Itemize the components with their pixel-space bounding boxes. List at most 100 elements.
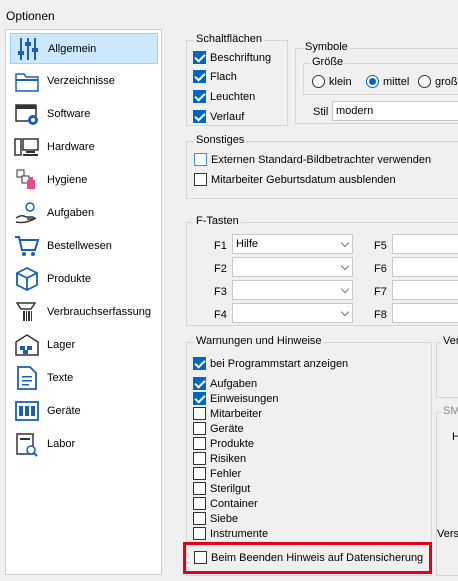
sidebar-item-label: Allgemein — [48, 43, 97, 55]
folder-icon — [15, 73, 39, 92]
category-sidebar: Allgemein Verzeichnisse Software Hardwar… — [5, 29, 162, 575]
sidebar-item-label: Labor — [47, 438, 76, 450]
beschriftung-checkbox[interactable] — [193, 51, 206, 64]
warn-fehler-label: Fehler — [210, 468, 242, 480]
warn-risiken-checkbox[interactable] — [193, 452, 206, 465]
stil-label: Stil — [313, 106, 329, 118]
stil-select[interactable]: modern — [332, 101, 458, 121]
sidebar-item-label: Aufgaben — [47, 207, 95, 219]
warn-produkte-checkbox[interactable] — [193, 437, 206, 450]
chevron-down-icon — [340, 284, 350, 294]
warn-einweisungen-checkbox[interactable] — [193, 392, 206, 405]
chevron-down-icon — [340, 307, 350, 317]
f5-label: F5 — [374, 240, 387, 252]
chevron-down-icon — [340, 238, 350, 248]
programmstart-label: bei Programmstart anzeigen — [210, 358, 349, 370]
sidebar-item-label: Hygiene — [47, 174, 88, 186]
sidebar-item-texte[interactable]: Texte — [10, 363, 158, 394]
f6-select[interactable] — [392, 257, 458, 277]
sliders-icon — [18, 38, 38, 60]
sidebar-item-hygiene[interactable]: Hygiene — [10, 165, 158, 196]
h-label: H — [452, 431, 458, 443]
warn-siebe-label: Siebe — [210, 513, 239, 525]
f4-select[interactable] — [232, 303, 353, 323]
warn-mitarbeiter-label: Mitarbeiter — [210, 408, 262, 420]
beschriftung-label: Beschriftung — [210, 52, 272, 64]
sidebar-item-label: Verzeichnisse — [47, 75, 115, 87]
warehouse-icon — [15, 334, 39, 356]
warn-container-checkbox[interactable] — [193, 497, 206, 510]
f7-select[interactable] — [392, 280, 458, 300]
sidebar-item-labor[interactable]: Labor — [10, 429, 158, 460]
f8-select[interactable] — [392, 303, 458, 323]
sidebar-item-verzeichnisse[interactable]: Verzeichnisse — [10, 66, 158, 97]
warn-geraete-label: Geräte — [210, 423, 244, 435]
sidebar-item-software[interactable]: Software — [10, 99, 158, 130]
warn-produkte-label: Produkte — [210, 438, 255, 450]
warn-aufgaben-label: Aufgaben — [210, 378, 258, 390]
sidebar-item-label: Hardware — [47, 141, 95, 153]
chevron-down-icon — [340, 261, 350, 271]
shopping-cart-icon — [15, 236, 40, 256]
warn-fehler-checkbox[interactable] — [193, 467, 206, 480]
f8-label: F8 — [374, 309, 387, 321]
vers-label: Vers — [437, 528, 458, 540]
programmstart-checkbox[interactable] — [193, 357, 206, 370]
software-gear-icon — [15, 104, 38, 125]
warn-container-label: Container — [210, 498, 258, 510]
barcode-scanner-icon — [15, 302, 37, 321]
sidebar-item-label: Verbrauchserfassung — [47, 306, 151, 318]
warn-instrumente-label: Instrumente — [210, 528, 269, 540]
sidebar-item-label: Produkte — [47, 273, 92, 285]
warn-aufgaben-checkbox[interactable] — [193, 377, 206, 390]
flach-label: Flach — [210, 71, 237, 83]
externer-bildbetrachter-checkbox[interactable] — [194, 153, 207, 166]
f4-label: F4 — [214, 309, 227, 321]
f3-select[interactable] — [232, 280, 353, 300]
warn-siebe-checkbox[interactable] — [193, 512, 206, 525]
group-title: Warnungen und Hinweise — [194, 335, 324, 347]
warn-geraete-checkbox[interactable] — [193, 422, 206, 435]
size-mittel-radio[interactable] — [366, 75, 379, 88]
sidebar-item-allgemein[interactable]: Allgemein — [10, 33, 158, 64]
group-title: F-Tasten — [194, 215, 241, 227]
text-document-icon — [17, 366, 37, 390]
sidebar-item-bestellwesen[interactable]: Bestellwesen — [10, 231, 158, 262]
f1-select[interactable]: Hilfe — [232, 234, 353, 254]
datensicherung-checkbox[interactable] — [194, 551, 207, 564]
size-gross-radio[interactable] — [418, 75, 431, 88]
sidebar-item-label: Bestellwesen — [47, 240, 112, 252]
sidebar-item-label: Geräte — [47, 405, 81, 417]
sidebar-item-aufgaben[interactable]: Aufgaben — [10, 198, 158, 229]
sidebar-item-produkte[interactable]: Produkte — [10, 264, 158, 295]
externer-bildbetrachter-label: Externen Standard-Bildbetrachter verwend… — [211, 154, 432, 166]
sidebar-item-lager[interactable]: Lager — [10, 330, 158, 361]
size-klein-radio[interactable] — [312, 75, 325, 88]
devices-icon — [15, 401, 39, 421]
group-title: Symbole — [303, 41, 350, 53]
warn-mitarbeiter-checkbox[interactable] — [193, 407, 206, 420]
f2-select[interactable] — [232, 257, 353, 277]
warn-instrumente-checkbox[interactable] — [193, 527, 206, 540]
sidebar-item-verbrauchserfassung[interactable]: Verbrauchserfassung — [10, 297, 158, 328]
ver-group: Ver — [436, 335, 458, 398]
leuchten-checkbox[interactable] — [193, 90, 206, 103]
group-title: Größe — [310, 56, 346, 68]
hand-task-icon — [15, 202, 37, 224]
f5-select[interactable] — [392, 234, 458, 254]
warn-einweisungen-label: Einweisungen — [210, 393, 279, 405]
geburtsdatum-ausblenden-checkbox[interactable] — [194, 173, 207, 186]
flach-checkbox[interactable] — [193, 70, 206, 83]
sidebar-item-geraete[interactable]: Geräte — [10, 396, 158, 427]
lab-icon — [16, 433, 38, 457]
f7-label: F7 — [374, 286, 387, 298]
warn-sterilgut-label: Sterilgut — [210, 483, 251, 495]
f3-label: F3 — [214, 286, 227, 298]
sidebar-item-hardware[interactable]: Hardware — [10, 132, 158, 163]
package-box-icon — [16, 266, 38, 292]
warn-sterilgut-checkbox[interactable] — [193, 482, 206, 495]
verlauf-checkbox[interactable] — [193, 110, 206, 123]
f1-label: F1 — [214, 240, 227, 252]
group-title: Schaltflächen — [194, 33, 265, 45]
f2-label: F2 — [214, 263, 227, 275]
